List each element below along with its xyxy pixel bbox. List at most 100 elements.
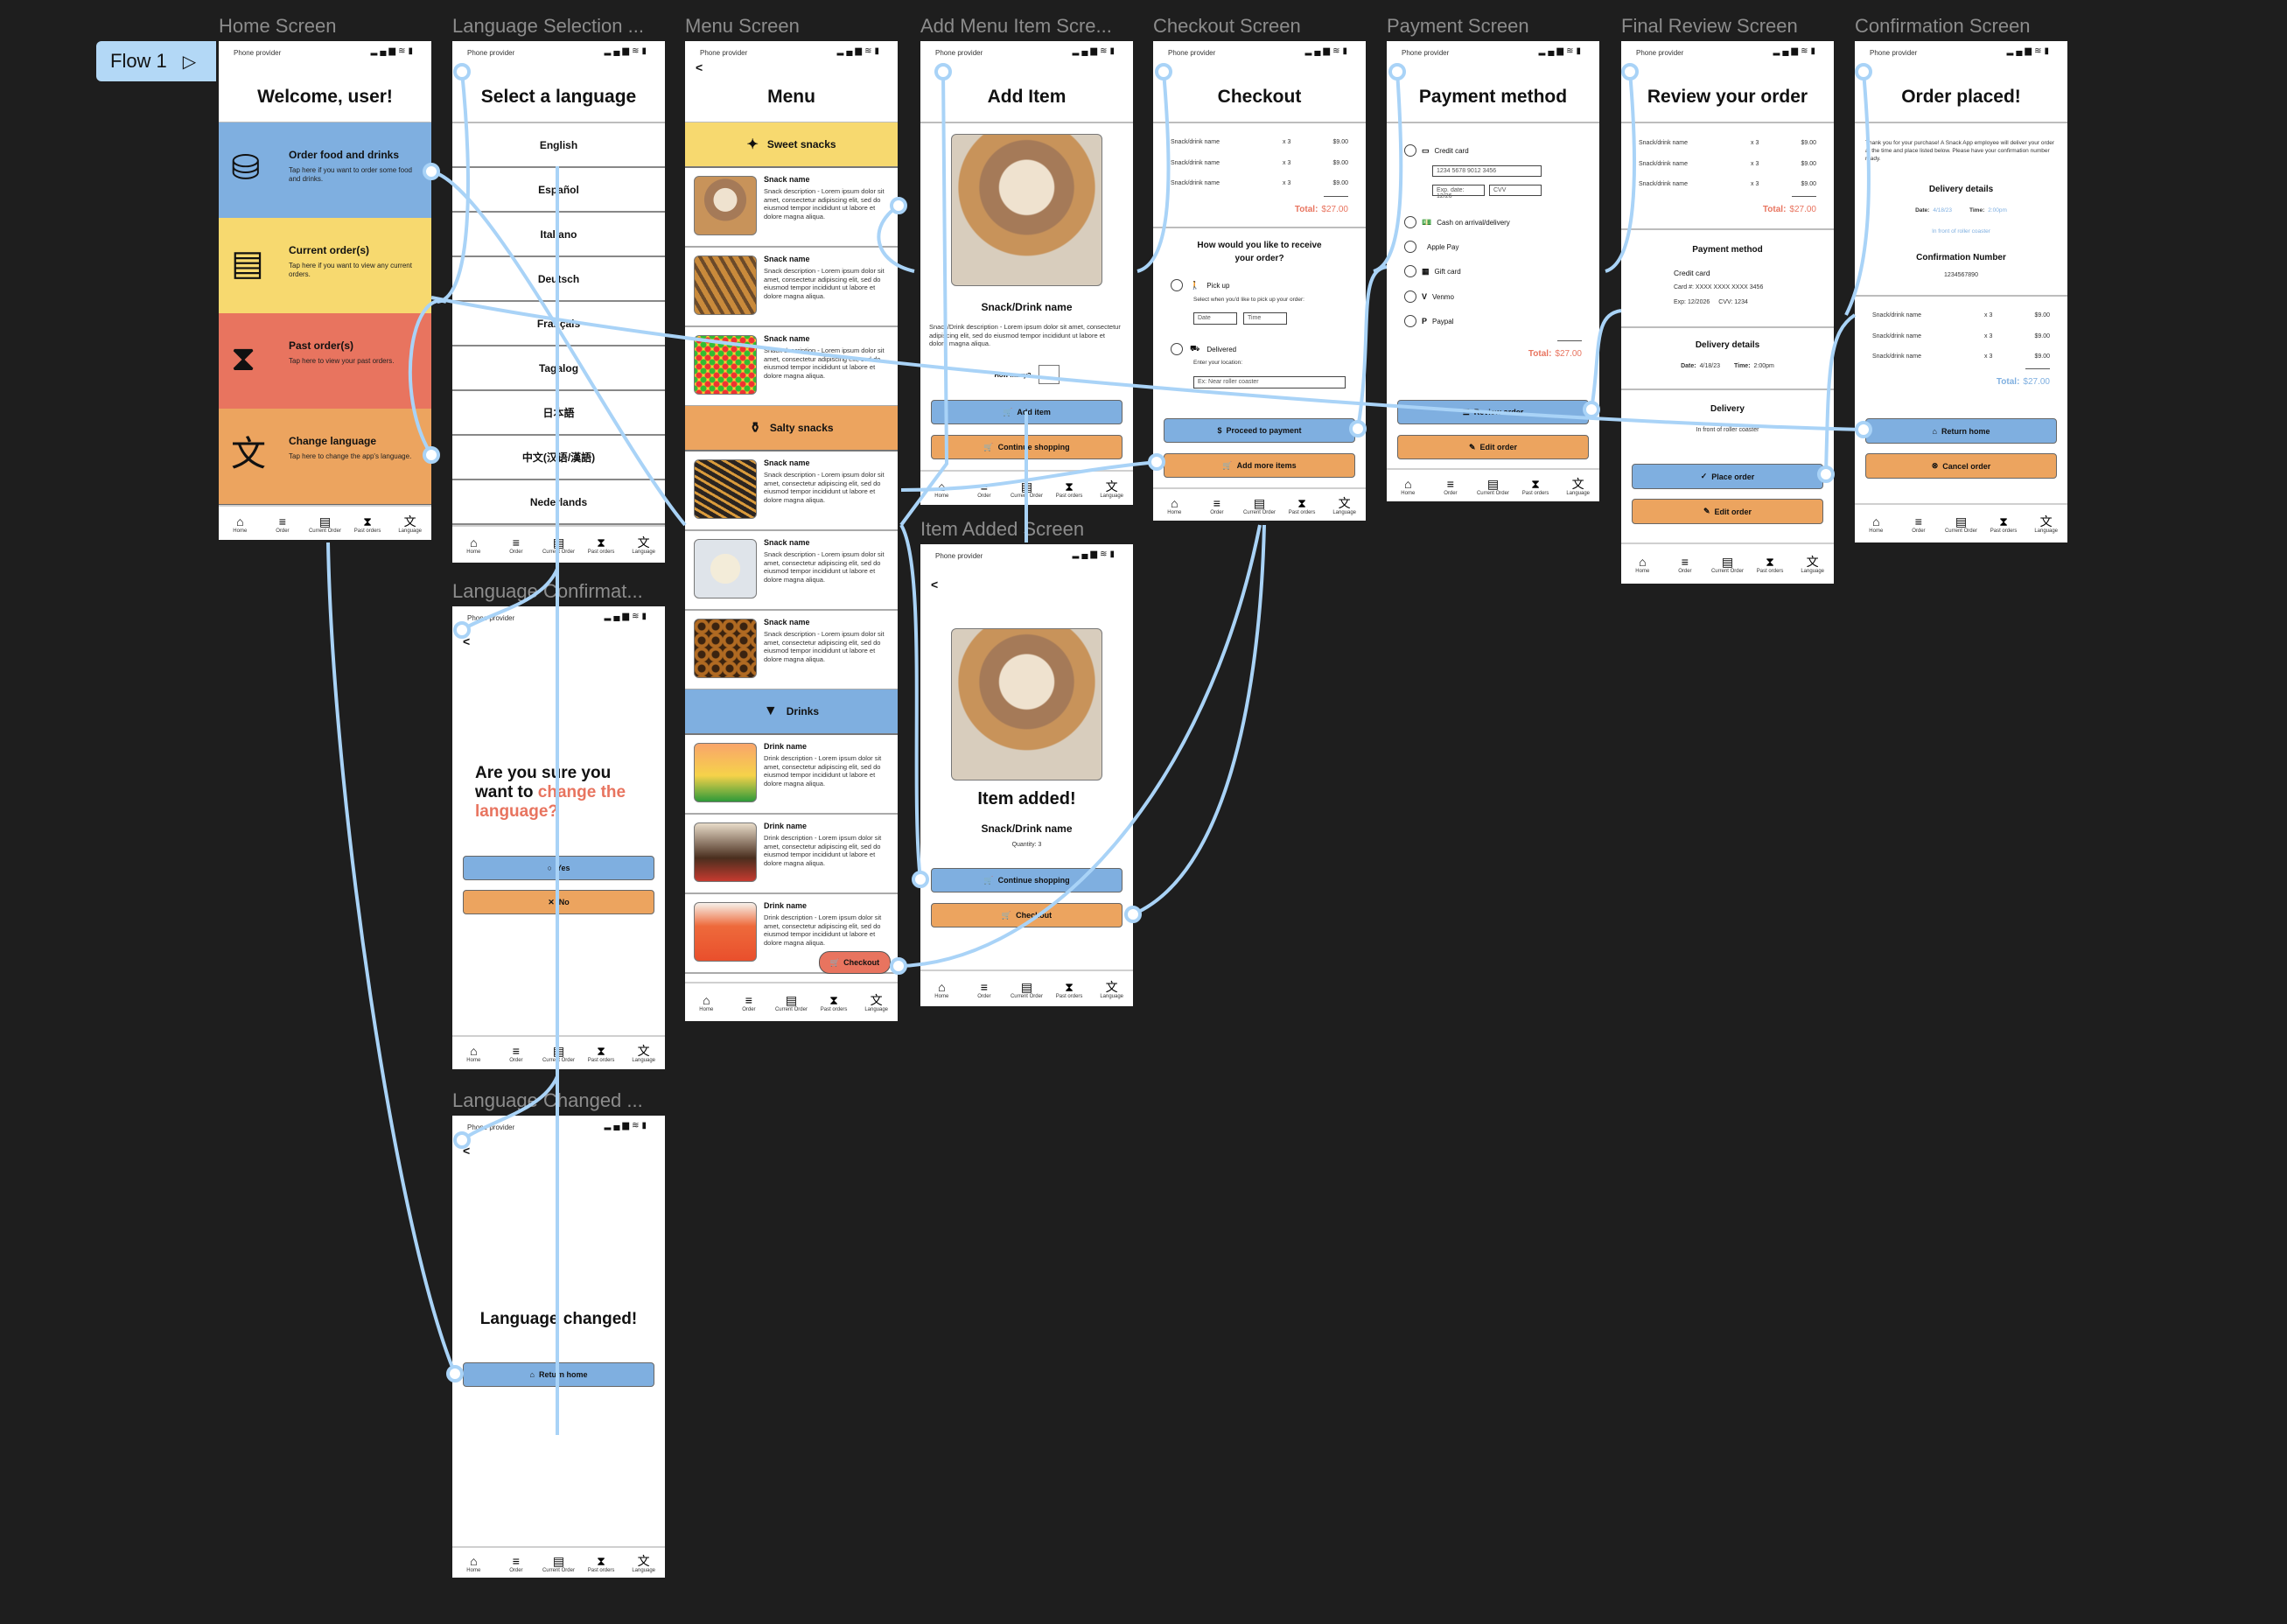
home-tile-3[interactable]: ⧗ Past order(s) Tap here to view your past…: [219, 313, 431, 410]
add-item-button[interactable]: 🛒 Add item: [931, 400, 1123, 424]
nav-order[interactable]: ≡ Order: [496, 536, 535, 556]
nav-home[interactable]: ⌂ Home: [922, 980, 962, 999]
nav-language[interactable]: 文 Language: [1793, 556, 1832, 575]
nav-language[interactable]: 文 Language: [857, 994, 896, 1013]
time-field[interactable]: Time: [1243, 312, 1287, 325]
nav-home[interactable]: ⌂ Home: [1623, 556, 1662, 575]
nav-language[interactable]: 文 Language: [624, 1554, 663, 1573]
expiry-field[interactable]: Exp. date: 12/26: [1432, 185, 1485, 200]
continue-shopping-button[interactable]: 🛒 Continue shopping: [931, 435, 1123, 459]
language-option[interactable]: English: [452, 123, 665, 168]
nav-home[interactable]: ⌂ Home: [454, 536, 493, 556]
language-option[interactable]: Deutsch: [452, 257, 665, 302]
flow-start-badge[interactable]: Flow 1 ▷: [96, 41, 216, 81]
menu-item[interactable]: Snack name Snack description - Lorem ipsu…: [685, 451, 898, 531]
home-tile-4[interactable]: 文 Change language Tap here to change the a…: [219, 409, 431, 506]
review-order-button[interactable]: ☰ Review order: [1397, 400, 1589, 424]
language-option[interactable]: Nederlands: [452, 480, 665, 525]
category-sweet-snacks[interactable]: ✦ Sweet snacks: [685, 122, 898, 168]
nav-past-orders[interactable]: ⧗ Past orders: [1984, 515, 2024, 535]
nav-language[interactable]: 文 Language: [1558, 477, 1598, 496]
category-salty-snacks[interactable]: ⚱ Salty snacks: [685, 406, 898, 452]
language-option[interactable]: Italiano: [452, 213, 665, 257]
nav-past-orders[interactable]: ⧗ Past orders: [582, 536, 621, 556]
language-option[interactable]: Tagalog: [452, 346, 665, 391]
cancel-order-button[interactable]: ⊗ Cancel order: [1865, 453, 2057, 479]
nav-past-orders[interactable]: ⧗ Past orders: [1283, 496, 1322, 515]
nav-home[interactable]: ⌂ Home: [922, 480, 962, 499]
nav-past-orders[interactable]: ⧗ Past orders: [582, 1045, 621, 1064]
nav-current-order[interactable]: ▤ Current Order: [1941, 515, 1981, 535]
menu-item[interactable]: Snack name Snack description - Lorem ipsu…: [685, 326, 898, 407]
menu-item[interactable]: Drink name Drink description - Lorem ipsu…: [685, 734, 898, 815]
nav-past-orders[interactable]: ⧗ Past orders: [348, 514, 388, 534]
nav-home[interactable]: ⌂ Home: [1857, 515, 1896, 535]
nav-home[interactable]: ⌂ Home: [1388, 477, 1428, 496]
menu-item[interactable]: Snack name Snack description - Lorem ipsu…: [685, 530, 898, 611]
nav-past-orders[interactable]: ⧗ Past orders: [1050, 980, 1089, 999]
edit-order-button[interactable]: ✎ Edit order: [1632, 499, 1823, 524]
add-more-items-button[interactable]: 🛒 Add more items: [1164, 453, 1355, 478]
nav-order[interactable]: ≡ Order: [496, 1554, 535, 1573]
nav-order[interactable]: ≡ Order: [1665, 556, 1704, 575]
menu-item[interactable]: Drink name Drink description - Lorem ipsu…: [685, 814, 898, 894]
no-button[interactable]: ✕ No: [463, 890, 654, 914]
radio-button[interactable]: [1404, 290, 1416, 303]
back-button[interactable]: <: [696, 60, 703, 74]
home-tile-1[interactable]: ⛁ Order food and drinks Tap here if you wa…: [219, 122, 431, 220]
menu-item[interactable]: Snack name Snack description - Lorem ipsu…: [685, 167, 898, 248]
card-number-field[interactable]: 1234 5678 9012 3456: [1432, 165, 1542, 177]
payment-option[interactable]: P Paypal: [1404, 315, 1453, 327]
place-order-button[interactable]: ✓ Place order: [1632, 464, 1823, 489]
nav-language[interactable]: 文 Language: [1092, 980, 1131, 999]
nav-language[interactable]: 文 Language: [1325, 496, 1364, 515]
nav-order[interactable]: ≡ Order: [262, 514, 302, 534]
location-field[interactable]: Ex: Near roller coaster: [1193, 376, 1346, 388]
nav-past-orders[interactable]: ⧗ Past orders: [1050, 480, 1089, 499]
nav-current-order[interactable]: ▤ Current Order: [305, 514, 345, 534]
nav-current-order[interactable]: ▤ Current Order: [1708, 556, 1747, 575]
language-option[interactable]: Français: [452, 302, 665, 346]
home-tile-2[interactable]: ▤ Current order(s) Tap here if you want to…: [219, 218, 431, 315]
radio-button[interactable]: [1404, 265, 1416, 277]
nav-past-orders[interactable]: ⧗ Past orders: [1516, 477, 1556, 496]
yes-button[interactable]: ○ Yes: [463, 856, 654, 880]
nav-home[interactable]: ⌂ Home: [1155, 496, 1194, 515]
back-button[interactable]: <: [463, 1144, 470, 1158]
return-home-button[interactable]: ⌂ Return home: [463, 1362, 654, 1387]
proceed-to-payment-button[interactable]: $ Proceed to payment: [1164, 418, 1355, 443]
nav-past-orders[interactable]: ⧗ Past orders: [1751, 556, 1790, 575]
payment-option[interactable]: 💵 Cash on arrival/delivery: [1404, 216, 1510, 228]
nav-order[interactable]: ≡ Order: [964, 980, 1004, 999]
nav-home[interactable]: ⌂ Home: [687, 994, 726, 1013]
radio-button[interactable]: [1404, 315, 1416, 327]
nav-current-order[interactable]: ▤ Current Order: [539, 536, 578, 556]
edit-order-button[interactable]: ✎ Edit order: [1397, 435, 1589, 459]
nav-order[interactable]: ≡ Order: [1899, 515, 1938, 535]
nav-home[interactable]: ⌂ Home: [454, 1554, 493, 1573]
nav-order[interactable]: ≡ Order: [1197, 496, 1236, 515]
checkout-fab[interactable]: 🛒 Checkout: [819, 951, 891, 974]
nav-current-order[interactable]: ▤ Current Order: [772, 994, 811, 1013]
language-option[interactable]: Español: [452, 168, 665, 213]
return-home-button[interactable]: ⌂ Return home: [1865, 418, 2057, 444]
payment-option[interactable]: ▦ Gift card: [1404, 265, 1461, 277]
nav-past-orders[interactable]: ⧗ Past orders: [815, 994, 854, 1013]
pickup-option[interactable]: 🚶 Pick up: [1171, 279, 1229, 291]
nav-language[interactable]: 文 Language: [624, 1045, 663, 1064]
nav-current-order[interactable]: ▤ Current Order: [1473, 477, 1513, 496]
radio-button[interactable]: [1404, 144, 1416, 157]
category-drinks[interactable]: ▼ Drinks: [685, 690, 898, 735]
cvv-field[interactable]: CVV: [1489, 185, 1542, 196]
nav-current-order[interactable]: ▤ Current Order: [1007, 980, 1046, 999]
continue-shopping-button[interactable]: 🛒 Continue shopping: [931, 868, 1123, 892]
delivered-option[interactable]: ⛟ Delivered: [1171, 343, 1236, 355]
date-field[interactable]: Date: [1193, 312, 1237, 325]
checkout-button[interactable]: 🛒 Checkout: [931, 903, 1123, 928]
language-option[interactable]: 日本語: [452, 391, 665, 436]
menu-item[interactable]: Snack name Snack description - Lorem ipsu…: [685, 610, 898, 690]
nav-order[interactable]: ≡ Order: [964, 480, 1004, 499]
payment-option[interactable]: V Venmo: [1404, 290, 1454, 303]
nav-order[interactable]: ≡ Order: [729, 994, 768, 1013]
nav-language[interactable]: 文 Language: [1092, 480, 1131, 499]
